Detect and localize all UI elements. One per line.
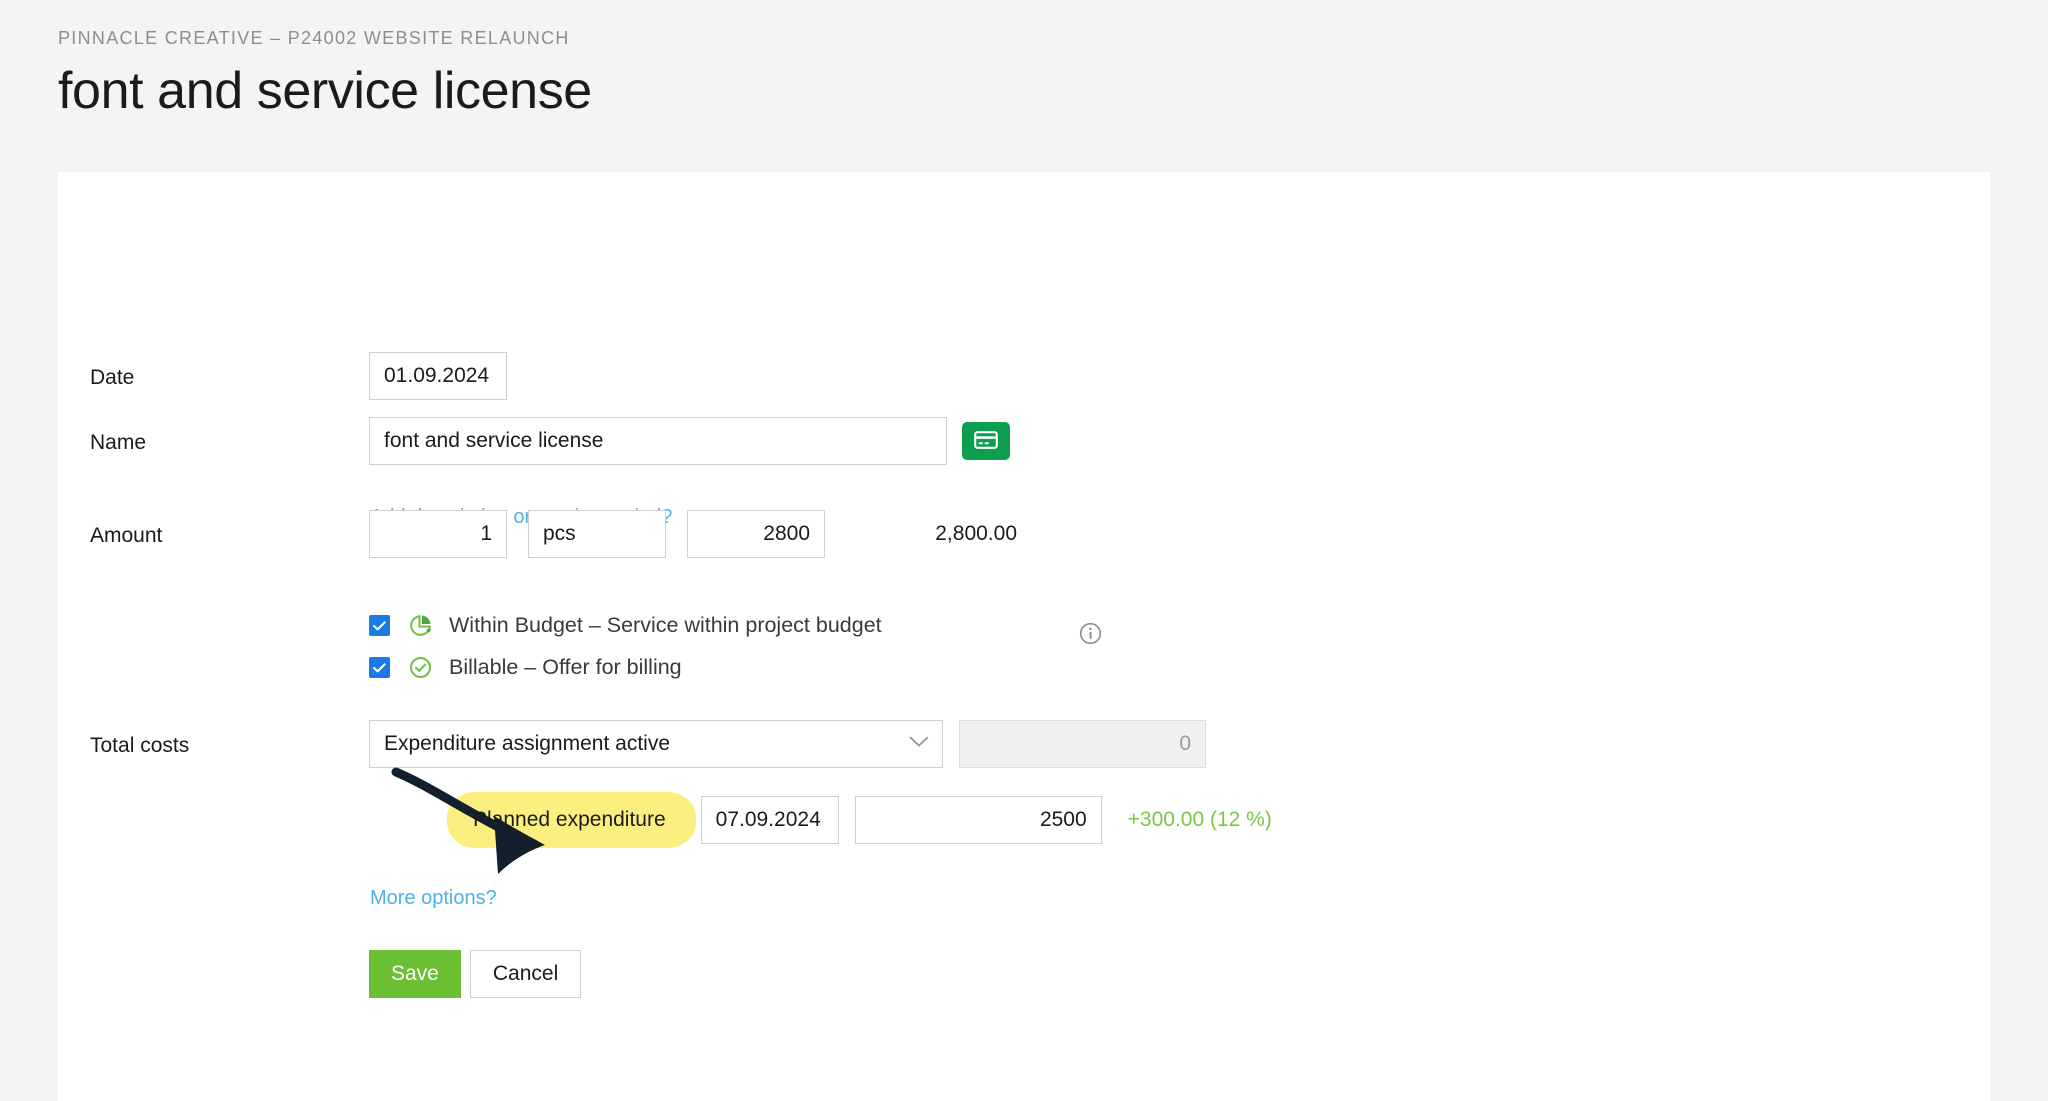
credit-card-icon-button[interactable] xyxy=(962,422,1010,460)
name-label: Name xyxy=(90,431,147,454)
billable-label: Billable – Offer for billing xyxy=(449,655,682,679)
variance-text: +300.00 (12 %) xyxy=(1127,808,1272,831)
planned-expenditure-row: Planned expenditure +300.00 (12 %) xyxy=(447,792,1272,848)
unit-price-input[interactable] xyxy=(687,510,825,558)
date-input[interactable] xyxy=(369,352,507,400)
expenditure-assignment-select[interactable]: Expenditure assignment active xyxy=(369,720,943,768)
amount-total: 2,800.00 xyxy=(935,522,1017,545)
quantity-input[interactable] xyxy=(369,510,507,558)
page-header: PINNACLE CREATIVE – P24002 WEBSITE RELAU… xyxy=(58,28,1558,155)
planned-expenditure-label: Planned expenditure xyxy=(473,808,666,831)
planned-expenditure-highlight: Planned expenditure xyxy=(447,792,696,848)
assignment-amount-input[interactable] xyxy=(959,720,1206,768)
name-row xyxy=(369,417,1010,465)
more-options-link[interactable]: More options? xyxy=(370,887,497,910)
cancel-button[interactable]: Cancel xyxy=(469,950,582,998)
option-billable[interactable]: Billable – Offer for billing xyxy=(369,655,682,680)
expense-form: Date Name Add description or service per… xyxy=(58,172,1990,1101)
date-row xyxy=(369,352,507,400)
assignment-select-wrap[interactable]: Expenditure assignment active xyxy=(369,720,943,768)
check-circle-icon xyxy=(408,655,433,680)
unit-input[interactable] xyxy=(528,510,666,558)
billable-checkbox[interactable] xyxy=(369,657,390,678)
planned-amount-input[interactable] xyxy=(854,796,1102,844)
total-costs-label: Total costs xyxy=(90,734,190,757)
form-card: Date Name Add description or service per… xyxy=(58,172,1990,1101)
info-icon[interactable] xyxy=(1079,622,1102,650)
page-title: font and service license xyxy=(58,62,592,120)
option-within-budget[interactable]: Within Budget – Service within project b… xyxy=(369,613,882,638)
planned-date-input[interactable] xyxy=(700,796,839,844)
form-actions: Save Cancel xyxy=(369,950,582,998)
name-input[interactable] xyxy=(369,417,947,465)
amount-label: Amount xyxy=(90,524,163,547)
credit-card-icon xyxy=(974,430,998,452)
breadcrumb: PINNACLE CREATIVE – P24002 WEBSITE RELAU… xyxy=(58,28,570,48)
within-budget-checkbox[interactable] xyxy=(369,615,390,636)
amount-row: 2,800.00 xyxy=(369,510,1017,558)
save-button[interactable]: Save xyxy=(369,950,461,998)
pie-chart-icon xyxy=(408,613,433,638)
within-budget-label: Within Budget – Service within project b… xyxy=(449,613,882,637)
date-label: Date xyxy=(90,366,135,389)
assignment-row: Expenditure assignment active xyxy=(369,720,1206,768)
